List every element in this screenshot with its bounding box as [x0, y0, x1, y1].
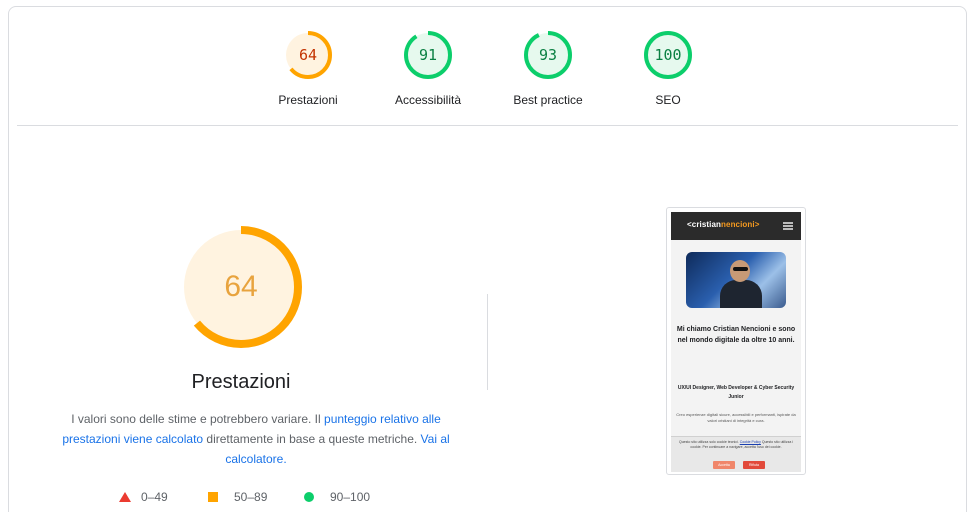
profile-photo	[686, 252, 786, 308]
description-text: I valori sono delle stime e potrebbero v…	[71, 412, 325, 426]
gauge-ring: 100	[642, 29, 694, 81]
big-gauge-score: 64	[224, 270, 258, 303]
header-divider	[17, 125, 958, 126]
vertical-divider	[487, 294, 488, 390]
gauge-label: Best practice	[513, 93, 583, 107]
screenshot-role: UX/UI Designer, Web Developer & Cyber Se…	[677, 385, 795, 400]
final-screenshot[interactable]: <cristiannencioni> Mi chiamo Cristian Ne…	[666, 207, 806, 475]
gauge-performance[interactable]: 64 Prestazioni	[253, 29, 363, 107]
gauge-ring: 64	[282, 29, 334, 81]
legend-item-average: 50–89	[208, 489, 267, 505]
cookie-accept-button: Accetta	[713, 461, 735, 469]
category-gauges: 64 Prestazioni 91 Accessibilità 93 Best …	[9, 7, 966, 125]
legend-range: 0–49	[141, 490, 168, 504]
screenshot-header: <cristiannencioni>	[671, 212, 801, 240]
gauge-score: 93	[538, 46, 558, 64]
gauge-label: SEO	[655, 93, 681, 107]
gauge-score: 64	[298, 46, 318, 64]
photo-person	[730, 260, 750, 282]
performance-description: I valori sono delle stime e potrebbero v…	[41, 409, 471, 469]
description-text: direttamente in base a queste metriche.	[203, 432, 421, 446]
gauge-label: Accessibilità	[394, 93, 462, 107]
gauge-seo[interactable]: 100 SEO	[613, 29, 723, 107]
site-logo: <cristiannencioni>	[687, 220, 760, 229]
square-icon	[208, 492, 218, 502]
gauge-score: 100	[654, 46, 682, 64]
gauge-label: Prestazioni	[278, 93, 338, 107]
hamburger-menu-icon	[783, 222, 793, 230]
gauge-score: 91	[418, 46, 438, 64]
cookie-reject-button: Rifiuta	[743, 461, 765, 469]
gauge-ring: 93	[522, 29, 574, 81]
gauge-ring: 91	[402, 29, 454, 81]
legend-item-fail: 0–49	[119, 489, 168, 505]
screenshot-page: <cristiannencioni> Mi chiamo Cristian Ne…	[671, 212, 801, 472]
cookie-banner: Questo sito utilizza solo cookie tecnici…	[671, 436, 801, 472]
performance-title: Prestazioni	[191, 371, 291, 393]
gauge-accessibility[interactable]: 91 Accessibilità	[373, 29, 483, 107]
cookie-text: Questo sito utilizza solo cookie tecnici…	[678, 440, 794, 449]
screenshot-heading: Mi chiamo Cristian Nencioni e sono nel m…	[676, 326, 796, 344]
performance-big-gauge: 64	[179, 225, 303, 349]
gauge-best-practices[interactable]: 93 Best practice	[493, 29, 603, 107]
circle-icon	[304, 492, 314, 502]
score-legend: 0–49 50–89 90–100	[117, 489, 437, 505]
legend-range: 50–89	[234, 490, 268, 504]
triangle-icon	[119, 492, 131, 502]
photo-glasses	[733, 267, 748, 271]
legend-item-pass: 90–100	[304, 489, 370, 505]
photo-body	[720, 280, 762, 308]
screenshot-intro: Creo esperienze digitali sicure, accessi…	[676, 412, 796, 423]
report-card: 64 Prestazioni 91 Accessibilità 93 Best …	[8, 6, 967, 512]
legend-range: 90–100	[330, 490, 371, 504]
